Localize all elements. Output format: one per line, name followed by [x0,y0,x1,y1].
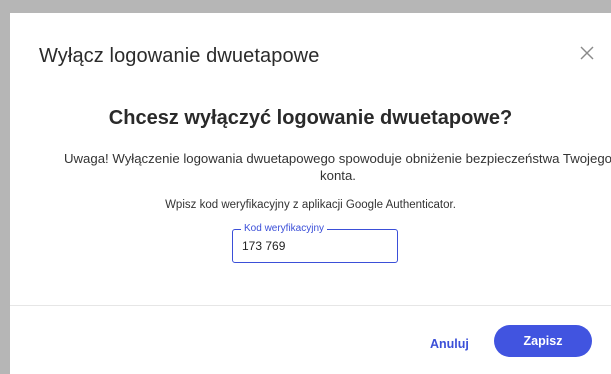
instruction-text: Wpisz kod weryfikacyjny z aplikacji Goog… [165,199,456,211]
cancel-button[interactable]: Anuluj [430,337,469,351]
confirmation-headline: Chcesz wyłączyć logowanie dwuetapowe? [108,107,513,129]
verification-code-field[interactable]: Kod weryfikacyjny [232,223,398,263]
verification-code-label: Kod weryfikacyjny [241,223,328,235]
close-button[interactable] [576,42,598,64]
dialog-title: Wyłącz logowanie dwuetapowe [39,45,320,67]
save-button[interactable]: Zapisz [494,325,592,357]
disable-2fa-dialog: Wyłącz logowanie dwuetapowe Chcesz wyłąc… [10,13,611,374]
warning-text: Uwaga! Wyłączenie logowania dwuetapowego… [63,151,611,183]
close-icon [580,46,594,60]
verification-code-input[interactable] [242,239,382,253]
footer-divider [10,305,611,306]
